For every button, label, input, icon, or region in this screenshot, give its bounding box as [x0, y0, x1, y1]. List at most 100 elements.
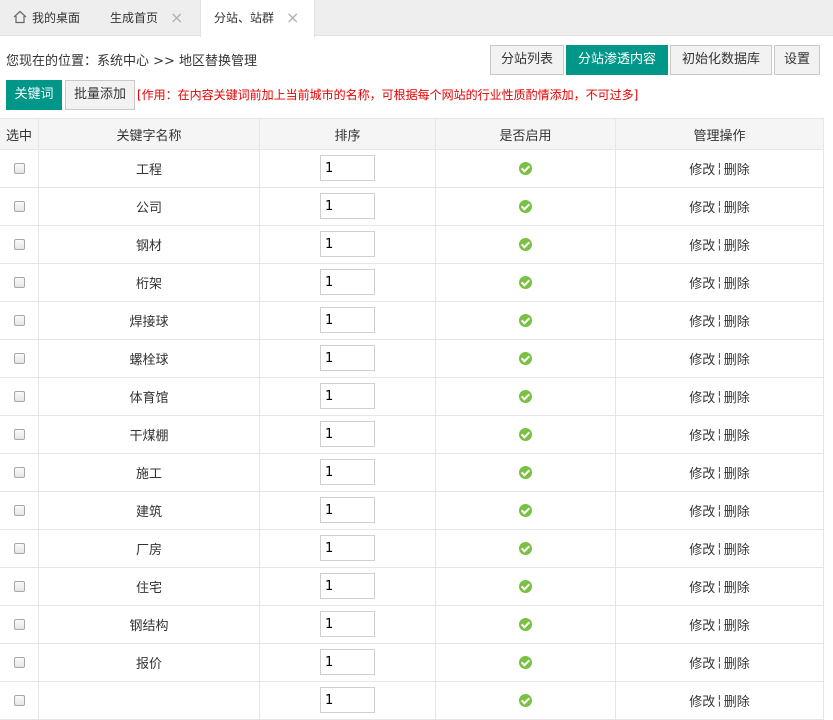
order-input[interactable] [320, 459, 375, 485]
delete-link[interactable]: 删除 [724, 349, 750, 368]
row-checkbox[interactable] [13, 695, 25, 706]
settings-button[interactable]: 设置 [774, 45, 820, 75]
delete-link[interactable]: 删除 [724, 425, 750, 444]
keyword-name: 施工 [39, 454, 260, 491]
edit-link[interactable]: 修改 [689, 197, 715, 216]
tab-label: 生成首页 [110, 11, 159, 25]
actions-cell: 修改 ¦ 删除 [616, 568, 824, 605]
tab-substation[interactable]: 分站、站群 × [200, 0, 315, 37]
close-icon[interactable]: × [286, 0, 299, 36]
row-checkbox[interactable] [13, 353, 25, 364]
edit-link[interactable]: 修改 [689, 539, 715, 558]
row-checkbox[interactable] [13, 201, 25, 212]
order-input[interactable] [320, 345, 375, 371]
order-input[interactable] [320, 307, 375, 333]
edit-link[interactable]: 修改 [689, 501, 715, 520]
row-checkbox[interactable] [13, 619, 25, 630]
edit-link[interactable]: 修改 [689, 425, 715, 444]
delete-link[interactable]: 删除 [724, 235, 750, 254]
row-checkbox[interactable] [13, 277, 25, 288]
delete-link[interactable]: 删除 [724, 501, 750, 520]
check-circle-icon[interactable] [519, 466, 532, 479]
row-checkbox[interactable] [13, 315, 25, 326]
check-circle-icon[interactable] [519, 276, 532, 289]
delete-link[interactable]: 删除 [724, 311, 750, 330]
check-circle-icon[interactable] [519, 162, 532, 175]
check-circle-icon[interactable] [519, 580, 532, 593]
order-cell [260, 226, 436, 263]
order-input[interactable] [320, 231, 375, 257]
actions-cell: 修改 ¦ 删除 [616, 492, 824, 529]
row-checkbox[interactable] [13, 429, 25, 440]
order-input[interactable] [320, 383, 375, 409]
check-circle-icon[interactable] [519, 694, 532, 707]
order-input[interactable] [320, 687, 375, 713]
check-circle-icon[interactable] [519, 504, 532, 517]
delete-link[interactable]: 删除 [724, 539, 750, 558]
infiltrate-content-button[interactable]: 分站渗透内容 [566, 45, 668, 75]
row-checkbox[interactable] [13, 581, 25, 592]
delete-link[interactable]: 删除 [724, 197, 750, 216]
check-circle-icon[interactable] [519, 238, 532, 251]
enabled-cell [436, 682, 616, 719]
edit-link[interactable]: 修改 [689, 653, 715, 672]
tab-my-desktop[interactable]: 我的桌面 [0, 0, 96, 36]
select-cell [0, 340, 39, 377]
row-checkbox[interactable] [13, 467, 25, 478]
order-input[interactable] [320, 573, 375, 599]
delete-link[interactable]: 删除 [724, 653, 750, 672]
delete-link[interactable]: 删除 [724, 463, 750, 482]
check-circle-icon[interactable] [519, 314, 532, 327]
row-checkbox[interactable] [13, 239, 25, 250]
edit-link[interactable]: 修改 [689, 273, 715, 292]
row-checkbox[interactable] [13, 391, 25, 402]
row-checkbox[interactable] [13, 657, 25, 668]
check-circle-icon[interactable] [519, 200, 532, 213]
delete-link[interactable]: 删除 [724, 577, 750, 596]
batch-add-button[interactable]: 批量添加 [65, 80, 135, 110]
check-circle-icon[interactable] [519, 428, 532, 441]
select-cell [0, 188, 39, 225]
edit-link[interactable]: 修改 [689, 691, 715, 710]
check-circle-icon[interactable] [519, 542, 532, 555]
edit-link[interactable]: 修改 [689, 159, 715, 178]
delete-link[interactable]: 删除 [724, 615, 750, 634]
row-checkbox[interactable] [13, 505, 25, 516]
check-circle-icon[interactable] [519, 618, 532, 631]
keyword-button[interactable]: 关键词 [6, 80, 62, 110]
delete-link[interactable]: 删除 [724, 387, 750, 406]
row-checkbox[interactable] [13, 543, 25, 554]
edit-link[interactable]: 修改 [689, 615, 715, 634]
edit-link[interactable]: 修改 [689, 235, 715, 254]
edit-link[interactable]: 修改 [689, 311, 715, 330]
order-input[interactable] [320, 193, 375, 219]
close-icon[interactable]: × [170, 0, 183, 36]
check-circle-icon[interactable] [519, 656, 532, 669]
order-input[interactable] [320, 421, 375, 447]
order-input[interactable] [320, 269, 375, 295]
table-row: 钢结构 修改¦删除 [0, 606, 824, 644]
delete-link[interactable]: 删除 [724, 159, 750, 178]
edit-link[interactable]: 修改 [689, 387, 715, 406]
init-database-button[interactable]: 初始化数据库 [670, 45, 772, 75]
order-input[interactable] [320, 155, 375, 181]
keyword-name: 螺栓球 [39, 340, 260, 377]
substation-list-button[interactable]: 分站列表 [490, 45, 564, 75]
order-input[interactable] [320, 497, 375, 523]
delete-link[interactable]: 删除 [724, 273, 750, 292]
order-input[interactable] [320, 535, 375, 561]
tab-generate-home[interactable]: 生成首页 × [96, 0, 200, 36]
check-circle-icon[interactable] [519, 352, 532, 365]
select-cell [0, 150, 39, 187]
order-cell [260, 568, 436, 605]
edit-link[interactable]: 修改 [689, 577, 715, 596]
order-input[interactable] [320, 649, 375, 675]
order-cell [260, 378, 436, 415]
check-circle-icon[interactable] [519, 390, 532, 403]
edit-link[interactable]: 修改 [689, 349, 715, 368]
row-checkbox[interactable] [13, 163, 25, 174]
edit-link[interactable]: 修改 [689, 463, 715, 482]
select-cell [0, 226, 39, 263]
delete-link[interactable]: 删除 [724, 691, 750, 710]
order-input[interactable] [320, 611, 375, 637]
